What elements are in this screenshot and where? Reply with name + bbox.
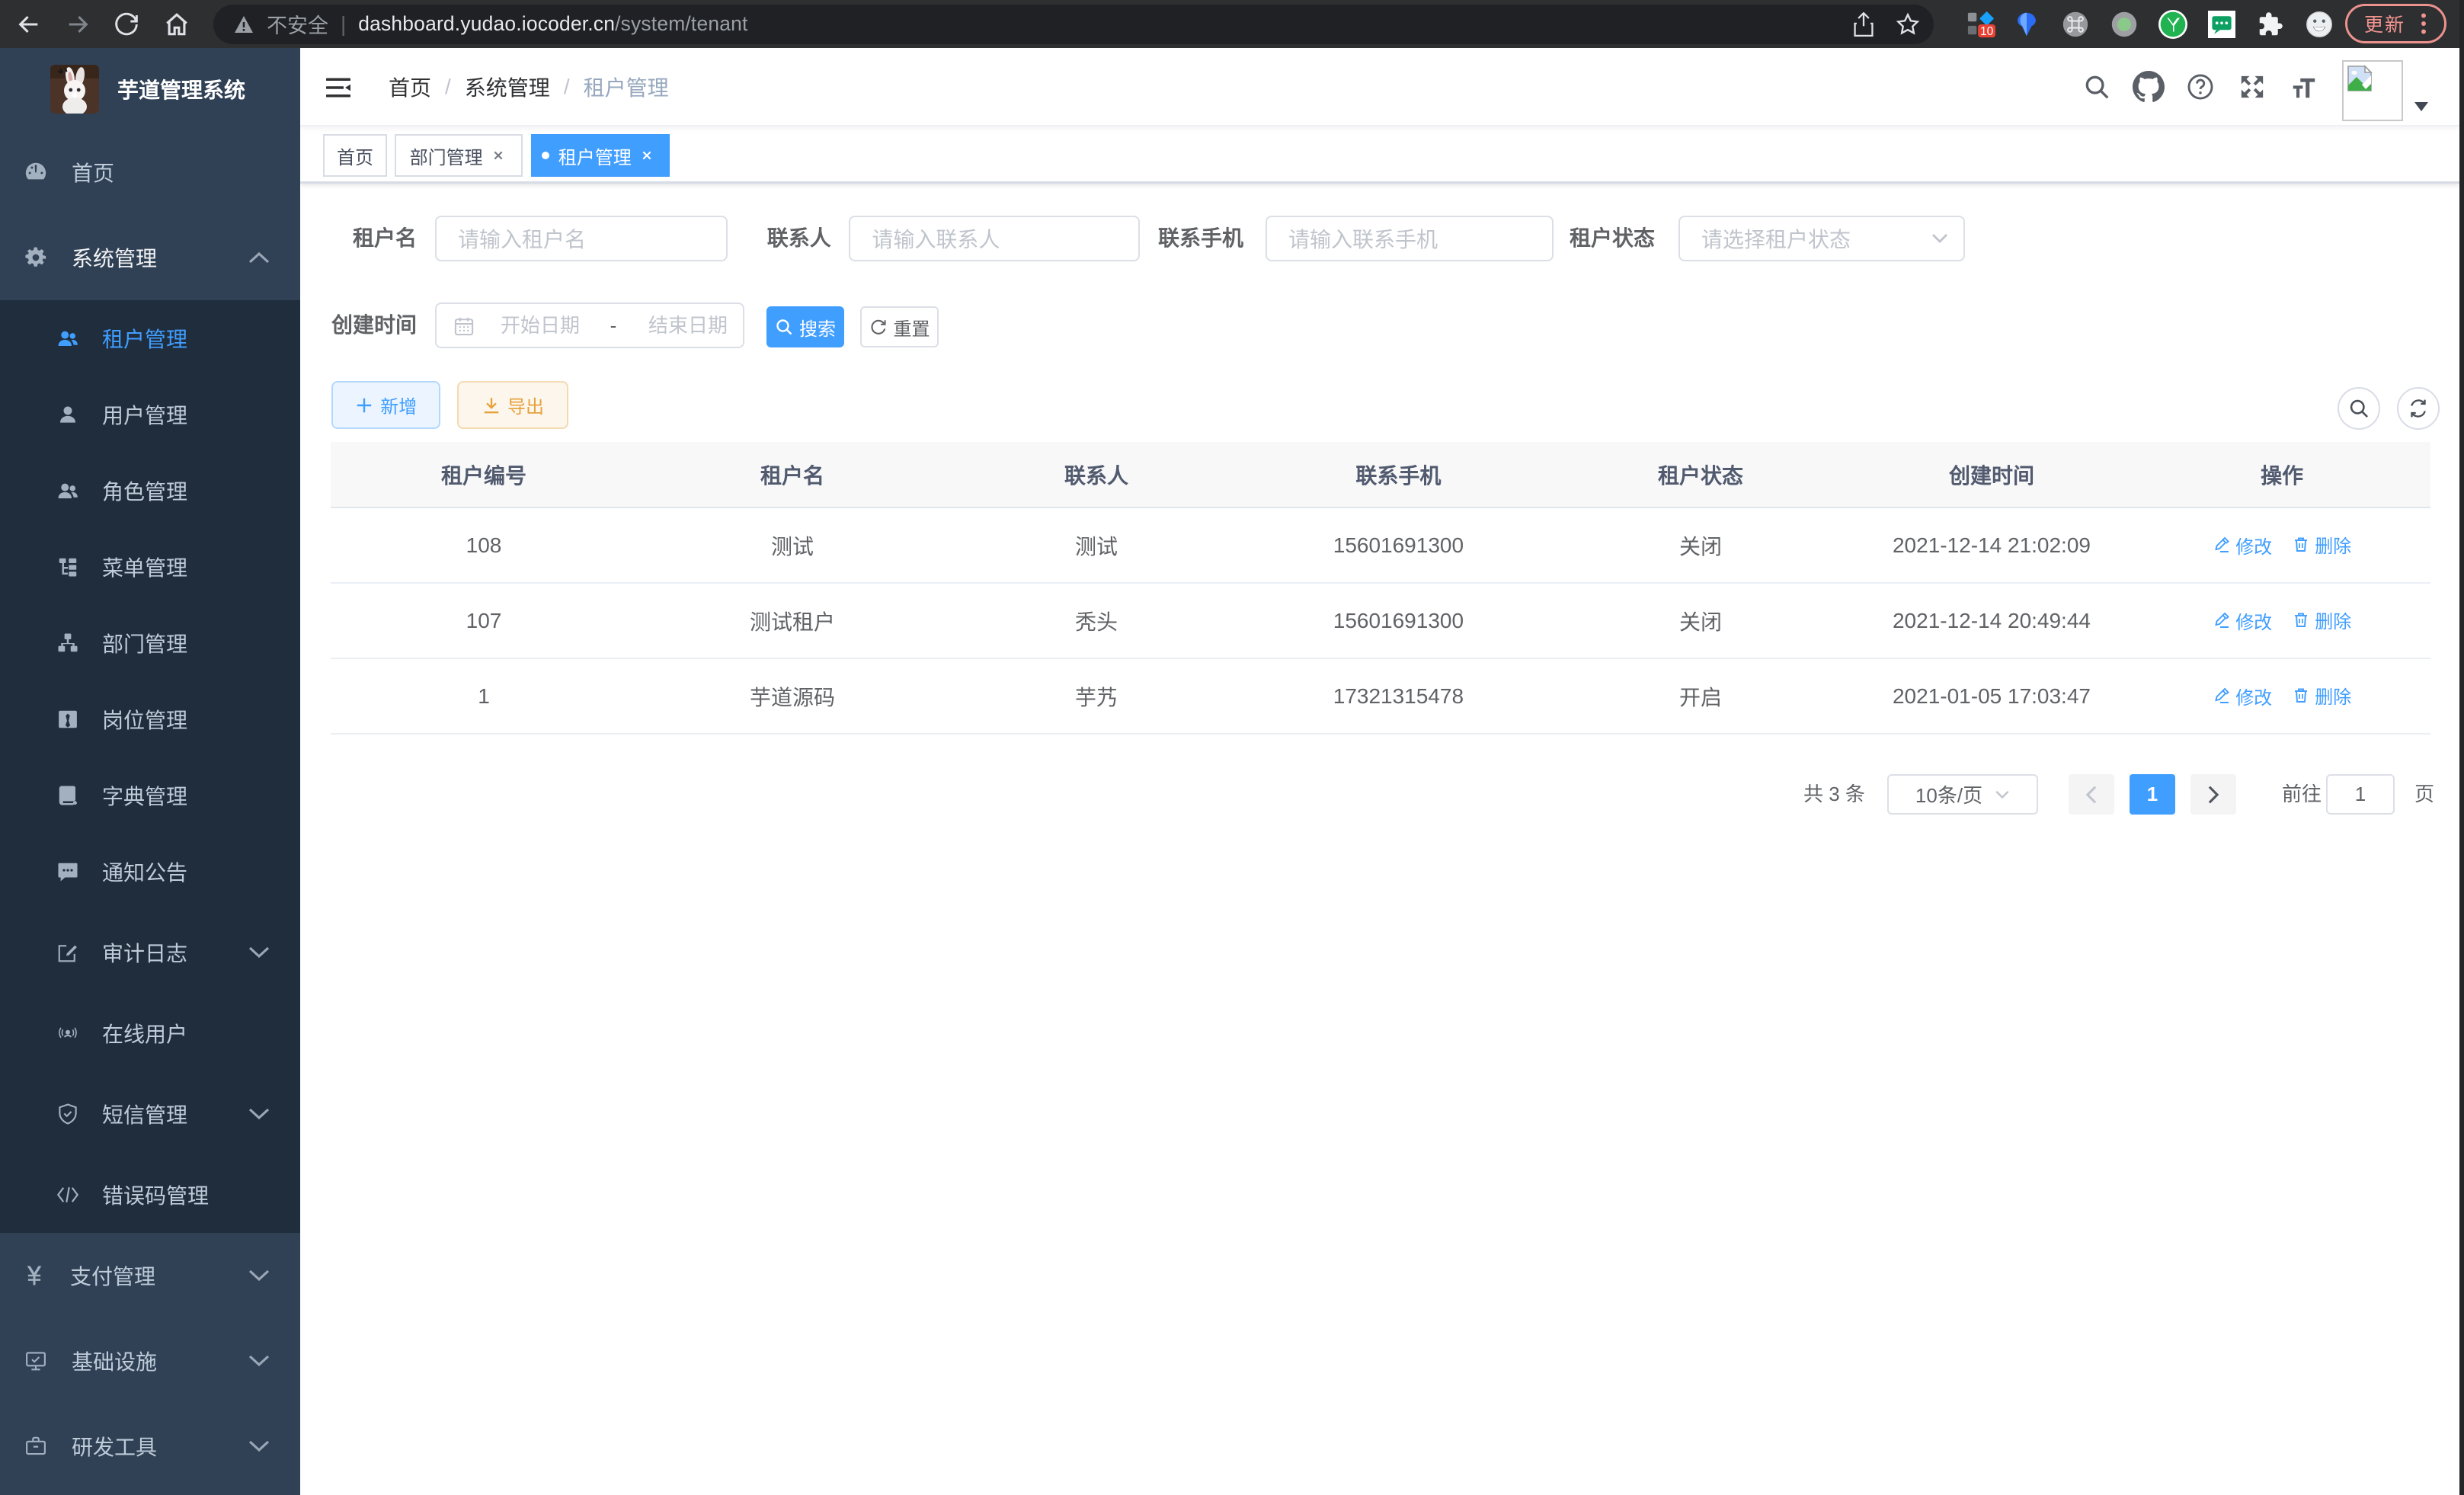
svg-text:10: 10 [1980, 25, 1994, 38]
